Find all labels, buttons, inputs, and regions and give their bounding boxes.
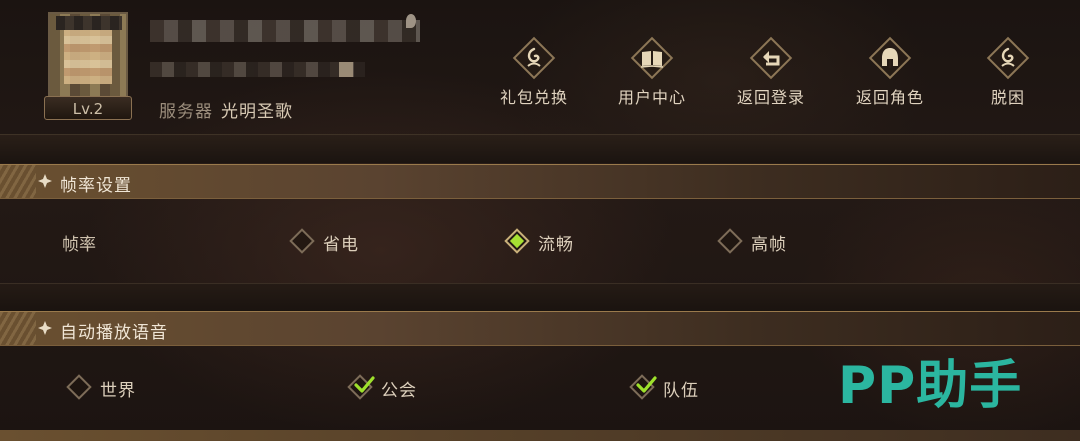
header-decoration xyxy=(0,312,36,345)
return-arrow-icon xyxy=(749,36,793,80)
checkbox-diamond[interactable] xyxy=(66,374,92,400)
option-label: 队伍 xyxy=(663,381,699,401)
frame-rate-option-power-save[interactable]: 省电 xyxy=(289,228,381,256)
avatar[interactable] xyxy=(48,12,128,100)
diamond-star-icon xyxy=(38,174,52,188)
return-character-button[interactable]: 返回角色 xyxy=(840,36,940,108)
unstuck-label: 脱困 xyxy=(990,88,1025,107)
return-login-button[interactable]: 返回登录 xyxy=(721,36,821,108)
watermark-logo: PP助手 xyxy=(838,356,1023,416)
bottom-border xyxy=(0,430,1080,441)
voice-option-team[interactable]: 队伍 xyxy=(629,374,721,402)
player-name-blurred xyxy=(150,14,420,42)
frame-rate-title: 帧率设置 xyxy=(60,176,132,196)
unstuck-button[interactable]: 脱困 xyxy=(958,36,1058,108)
unstuck-icon xyxy=(986,36,1030,80)
option-label: 流畅 xyxy=(538,235,574,255)
gift-code-label: 礼包兑换 xyxy=(499,88,568,107)
radio-diamond[interactable] xyxy=(289,228,315,254)
radio-diamond[interactable] xyxy=(717,228,743,254)
server-info: 服务器 光明圣歌 xyxy=(159,97,293,122)
level-badge: Lv.2 xyxy=(44,96,132,120)
auto-voice-section-header: 自动播放语音 xyxy=(0,311,1080,346)
user-center-button[interactable]: 用户中心 xyxy=(602,36,702,108)
frame-rate-row: 帧率 省电 流畅 高帧 xyxy=(0,200,1080,284)
frame-rate-option-smooth[interactable]: 流畅 xyxy=(504,228,596,256)
divider xyxy=(0,134,1080,163)
server-name: 光明圣歌 xyxy=(221,102,293,122)
option-label: 省电 xyxy=(323,235,359,255)
checkmark-icon xyxy=(354,376,375,393)
divider xyxy=(0,283,1080,312)
helmet-icon xyxy=(868,36,912,80)
option-label: 公会 xyxy=(381,381,417,401)
profile-panel: Lv.2 服务器 光明圣歌 礼包兑换 用户中心 返回登录 返回角色 脱困 xyxy=(0,0,1080,135)
book-icon xyxy=(630,36,674,80)
avatar-block[interactable]: Lv.2 xyxy=(44,12,134,120)
server-label: 服务器 xyxy=(159,102,213,122)
return-login-label: 返回登录 xyxy=(736,88,805,107)
voice-option-guild[interactable]: 公会 xyxy=(347,374,439,402)
user-center-label: 用户中心 xyxy=(617,88,686,107)
voice-option-world[interactable]: 世界 xyxy=(66,374,158,402)
player-id-blurred xyxy=(150,62,365,77)
radio-diamond-selected[interactable] xyxy=(504,228,530,254)
auto-voice-title: 自动播放语音 xyxy=(60,323,168,343)
frame-rate-label: 帧率 xyxy=(62,235,96,255)
header-decoration xyxy=(0,165,36,198)
checkmark-icon xyxy=(636,376,657,393)
frame-rate-section-header: 帧率设置 xyxy=(0,164,1080,199)
return-character-label: 返回角色 xyxy=(855,88,924,107)
option-label: 世界 xyxy=(100,381,136,401)
option-label: 高帧 xyxy=(751,235,787,255)
gift-code-button[interactable]: 礼包兑换 xyxy=(484,36,584,108)
gift-code-icon xyxy=(512,36,556,80)
frame-rate-option-high[interactable]: 高帧 xyxy=(717,228,809,256)
diamond-star-icon xyxy=(38,321,52,335)
